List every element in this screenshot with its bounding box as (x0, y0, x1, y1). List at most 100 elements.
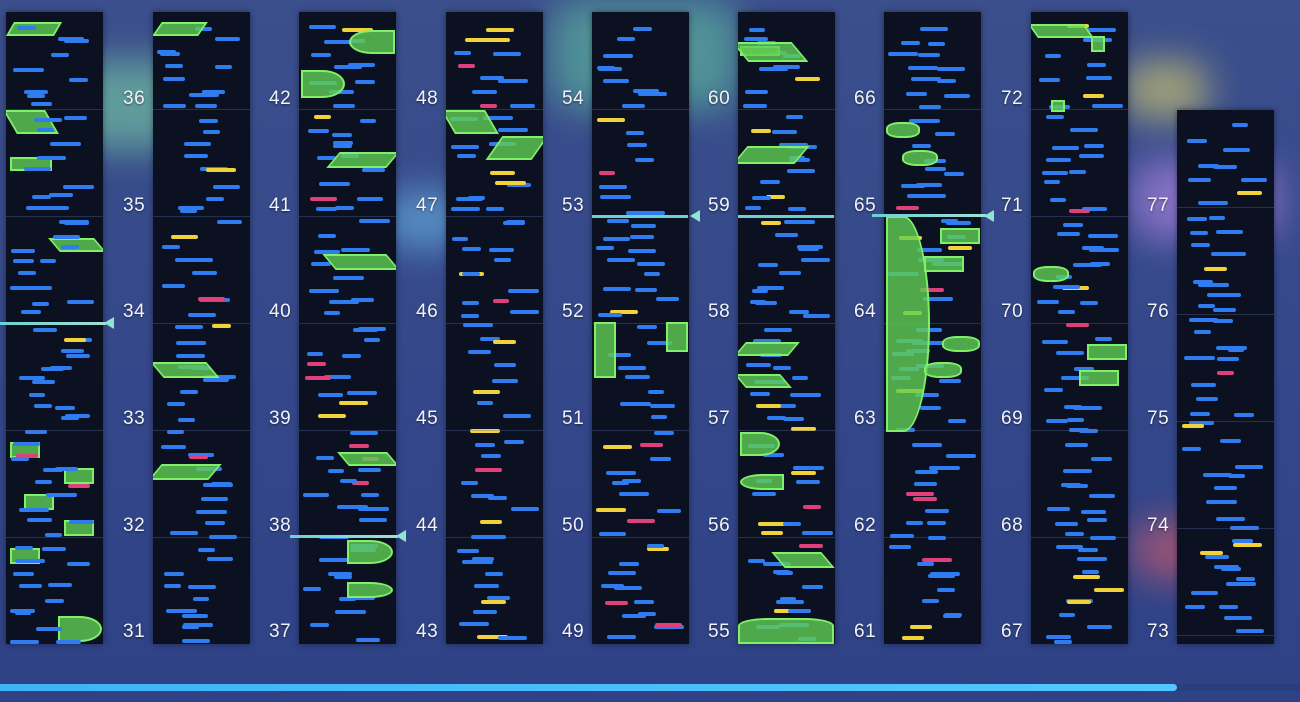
measure-number: 67 (1001, 621, 1024, 642)
slide-note (738, 42, 809, 62)
tap-note (1184, 356, 1215, 360)
measure-number: 63 (854, 408, 877, 429)
measure-line (1031, 430, 1128, 431)
lane-column-5 (738, 12, 835, 644)
tap-note (55, 467, 78, 471)
tap-note (27, 518, 52, 522)
tap-note (24, 167, 51, 171)
tap-note (340, 479, 357, 483)
tap-note (944, 172, 964, 176)
tap-note (759, 67, 788, 71)
tap-note (308, 129, 329, 133)
drag-note (1073, 575, 1100, 579)
tap-note (170, 531, 198, 535)
tap-note (504, 440, 524, 444)
tap-note (468, 196, 485, 200)
measure-line (592, 430, 689, 431)
measure-number: 50 (562, 515, 585, 536)
tap-note (631, 224, 656, 228)
tap-note (474, 584, 499, 588)
tap-note (37, 128, 54, 132)
tap-note (494, 258, 511, 262)
slide-note (1031, 24, 1094, 38)
tap-note (15, 559, 45, 563)
slide-note (153, 464, 222, 480)
tap-note (510, 310, 539, 314)
tap-note (760, 180, 780, 184)
tap-note (1079, 154, 1104, 158)
tap-note (471, 494, 494, 498)
flick-note (640, 443, 663, 447)
tap-note (362, 168, 385, 172)
slider-tip-icon (104, 317, 114, 329)
tap-note (600, 195, 631, 199)
tap-note (937, 67, 965, 71)
tap-note (1044, 388, 1063, 392)
tap-note (626, 131, 644, 135)
lane-column-4 (592, 12, 689, 644)
tap-note (1198, 304, 1215, 308)
tap-note (948, 419, 966, 423)
tap-note (452, 237, 468, 241)
tap-note (511, 507, 539, 511)
tap-note (498, 128, 528, 132)
tap-note (46, 493, 77, 497)
measure-number: 34 (123, 301, 146, 322)
tap-note (64, 116, 87, 120)
measure-number: 70 (1001, 301, 1024, 322)
tap-note (619, 492, 649, 496)
tap-note (1064, 405, 1082, 409)
slide-note (940, 228, 980, 244)
tap-note (492, 379, 518, 383)
drag-note (314, 115, 331, 119)
drag-note (761, 531, 783, 535)
tap-note (451, 145, 479, 149)
tap-note (24, 90, 48, 94)
tap-note (318, 393, 343, 397)
measure-number: 73 (1147, 621, 1170, 642)
tap-note (328, 469, 344, 473)
tap-note (165, 64, 183, 68)
tap-note (21, 310, 41, 314)
tap-note (32, 380, 55, 384)
tap-note (19, 584, 42, 588)
tap-note (783, 522, 801, 526)
measure-line (884, 537, 981, 538)
tap-note (36, 627, 62, 631)
tap-note (920, 406, 941, 410)
tap-note (59, 220, 89, 224)
tap-note (1047, 507, 1070, 511)
tap-note (648, 390, 664, 394)
tap-note (630, 235, 654, 239)
tap-note (608, 571, 636, 575)
tap-note (928, 42, 945, 46)
tap-note (69, 520, 94, 524)
drag-note (1233, 543, 1262, 547)
slide-note (738, 342, 800, 356)
tap-note (461, 314, 479, 318)
drag-note (761, 221, 781, 225)
tap-note (1063, 469, 1092, 473)
tap-note (196, 510, 227, 514)
tap-note (928, 574, 955, 578)
slide-note (886, 122, 920, 138)
tap-note (10, 640, 39, 644)
tap-note (67, 562, 90, 566)
tap-note (32, 195, 51, 199)
tap-note (943, 614, 961, 618)
tap-note (316, 207, 337, 211)
slide-note (666, 322, 688, 352)
tap-note (19, 508, 49, 512)
measure-line (1031, 216, 1128, 217)
tap-note (607, 219, 629, 223)
tap-note (944, 94, 970, 98)
tap-note (618, 366, 646, 370)
tap-note (498, 636, 527, 640)
measure-line (446, 430, 543, 431)
tap-note (457, 154, 476, 158)
measure-number: 36 (123, 88, 146, 109)
tap-note (758, 263, 778, 267)
tap-note (801, 258, 830, 262)
tap-note (489, 248, 514, 252)
tap-note (657, 509, 681, 513)
